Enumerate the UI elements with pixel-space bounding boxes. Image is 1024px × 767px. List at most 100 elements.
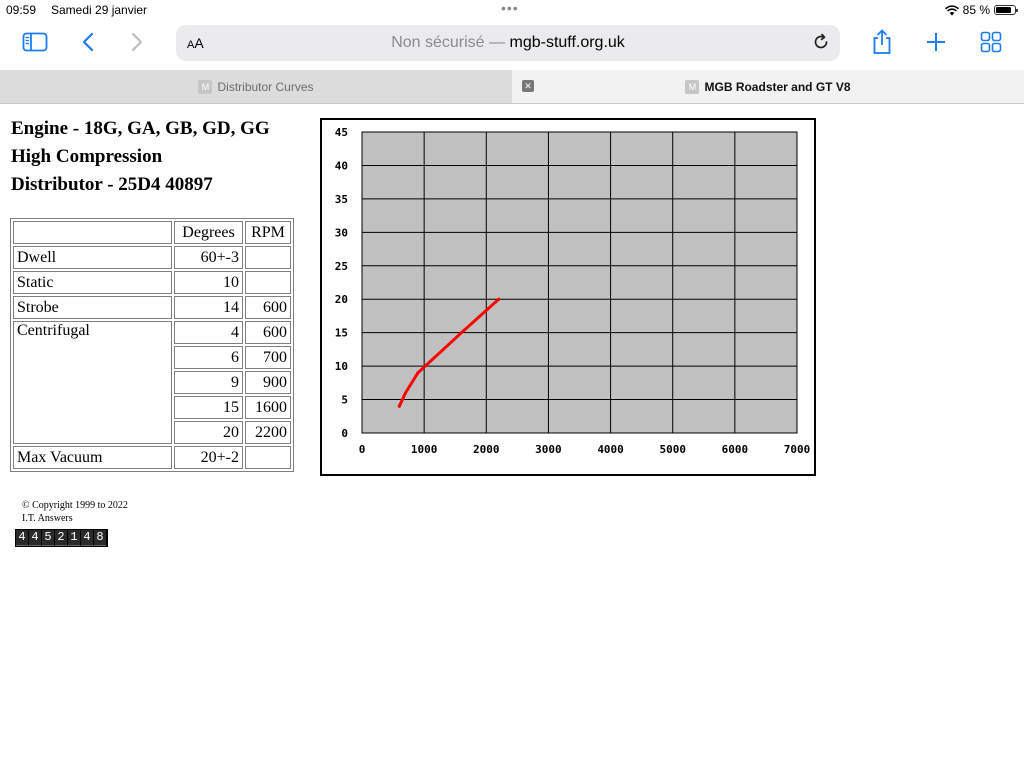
status-right: 85 % xyxy=(944,3,1018,17)
degrees-cell: 4 xyxy=(174,321,243,344)
browser-toolbar: AA Non sécurisé — mgb-stuff.org.uk xyxy=(0,20,1024,70)
battery-icon xyxy=(994,5,1018,15)
y-tick-label: 25 xyxy=(335,260,348,273)
degrees-cell: 14 xyxy=(174,296,243,319)
x-tick-label: 7000 xyxy=(784,443,811,456)
distributor-spec-table: Degrees RPM Dwell 60+-3 Static 10 Strobe… xyxy=(10,218,294,472)
table-header-rpm: RPM xyxy=(245,221,291,244)
x-tick-label: 4000 xyxy=(597,443,624,456)
x-tick-label: 2000 xyxy=(473,443,500,456)
share-button[interactable] xyxy=(871,29,893,55)
plus-icon xyxy=(927,33,945,51)
counter-digit: 8 xyxy=(94,530,106,546)
copyright-notice: © Copyright 1999 to 2022 I.T. Answers xyxy=(22,499,128,525)
row-label: Centrifugal xyxy=(13,321,172,444)
table-row-strobe: Strobe 14 600 xyxy=(13,296,291,319)
y-tick-label: 0 xyxy=(341,427,348,440)
rpm-cell xyxy=(245,446,291,469)
plot-area xyxy=(361,131,798,434)
sidebar-icon[interactable] xyxy=(22,32,48,52)
reload-button[interactable] xyxy=(812,33,830,56)
rpm-cell: 1600 xyxy=(245,396,291,419)
data-point xyxy=(404,391,407,395)
counter-digit: 4 xyxy=(29,530,41,546)
rpm-cell: 600 xyxy=(245,321,291,344)
heading-distributor: Distributor - 25D4 40897 xyxy=(11,174,213,195)
y-tick-label: 15 xyxy=(335,327,348,340)
advance-curve-svg: 0 1000 2000 3000 4000 5000 6000 7000 0 5 10 15 20 25 3… xyxy=(335,126,811,456)
url-display[interactable]: Non sécurisé — mgb-stuff.org.uk xyxy=(176,34,840,52)
y-tick-label: 10 xyxy=(335,360,348,373)
data-point xyxy=(497,297,501,301)
degrees-cell: 20 xyxy=(174,421,243,444)
data-point xyxy=(416,371,420,375)
back-button[interactable] xyxy=(81,32,95,52)
status-time: 09:59 xyxy=(6,3,37,17)
data-point xyxy=(397,404,401,408)
row-label: Max Vacuum xyxy=(13,446,172,469)
table-header-degrees: Degrees xyxy=(174,221,243,244)
table-row-centrifugal: Centrifugal 4 600 xyxy=(13,321,291,444)
row-label: Static xyxy=(13,271,172,294)
data-point xyxy=(459,331,463,335)
status-bar: 09:59 Samedi 29 janvier ••• 85 % xyxy=(0,0,1024,20)
tab-overview-button[interactable] xyxy=(980,31,1002,53)
degrees-cell: 60+-3 xyxy=(174,246,243,269)
x-tick-label: 0 xyxy=(359,443,366,456)
row-label: Dwell xyxy=(13,246,172,269)
degrees-cell: 20+-2 xyxy=(174,446,243,469)
counter-digit: 1 xyxy=(68,530,80,546)
wifi-icon xyxy=(944,4,959,15)
new-tab-button[interactable] xyxy=(925,31,947,53)
chevron-left-icon xyxy=(82,32,94,52)
reload-icon xyxy=(814,33,828,49)
y-tick-label: 30 xyxy=(335,226,348,239)
battery-percentage: 85 % xyxy=(962,3,990,17)
x-tick-label: 1000 xyxy=(411,443,438,456)
degrees-cell: 10 xyxy=(174,271,243,294)
grid-icon xyxy=(980,31,1002,53)
row-label: Strobe xyxy=(13,296,172,319)
site-favicon-icon: M xyxy=(685,79,700,94)
tab-title: Distributor Curves xyxy=(217,79,314,94)
y-tick-label: 40 xyxy=(335,159,348,172)
url-host: mgb-stuff.org.uk xyxy=(509,34,625,51)
visitor-counter: 4452148 xyxy=(15,529,108,547)
y-tick-label: 35 xyxy=(335,193,348,206)
close-tab-icon[interactable]: ✕ xyxy=(522,80,534,92)
rpm-cell: 600 xyxy=(245,296,291,319)
copyright-owner: I.T. Answers xyxy=(22,513,73,524)
copyright-line: © Copyright 1999 to 2022 xyxy=(22,500,128,511)
counter-digit: 4 xyxy=(81,530,93,546)
site-favicon-icon: M xyxy=(198,79,213,94)
tab-mgb-roadster[interactable]: ✕ M MGB Roadster and GT V8 xyxy=(512,70,1024,103)
table-header-row: Degrees RPM xyxy=(13,221,291,244)
counter-digit: 2 xyxy=(55,530,67,546)
address-bar[interactable]: AA Non sécurisé — mgb-stuff.org.uk xyxy=(176,25,840,61)
degrees-cell: 15 xyxy=(174,396,243,419)
table-row-dwell: Dwell 60+-3 xyxy=(13,246,291,269)
table-row-static: Static 10 xyxy=(13,271,291,294)
multitasking-dots-icon[interactable]: ••• xyxy=(501,0,519,16)
counter-digit: 4 xyxy=(16,530,28,546)
heading-engine: Engine - 18G, GA, GB, GD, GG xyxy=(11,118,270,139)
tab-bar: M Distributor Curves ✕ M MGB Roadster an… xyxy=(0,70,1024,104)
heading-compression: High Compression xyxy=(11,146,163,167)
rpm-cell xyxy=(245,271,291,294)
table-row-max-vacuum: Max Vacuum 20+-2 xyxy=(13,446,291,469)
battery-level xyxy=(996,7,1012,13)
x-tick-label: 6000 xyxy=(722,443,749,456)
x-tick-label: 5000 xyxy=(659,443,686,456)
y-tick-label: 20 xyxy=(335,293,348,306)
table-header-cell xyxy=(13,221,172,244)
forward-button[interactable] xyxy=(130,32,144,52)
tab-distributor-curves[interactable]: M Distributor Curves xyxy=(0,70,512,103)
security-label: Non sécurisé — xyxy=(391,34,506,51)
x-tick-label: 3000 xyxy=(535,443,562,456)
y-tick-label: 45 xyxy=(335,126,348,139)
degrees-cell: 9 xyxy=(174,371,243,394)
rpm-cell: 2200 xyxy=(245,421,291,444)
rpm-cell xyxy=(245,246,291,269)
counter-digit: 5 xyxy=(42,530,54,546)
chevron-right-icon xyxy=(131,32,143,52)
